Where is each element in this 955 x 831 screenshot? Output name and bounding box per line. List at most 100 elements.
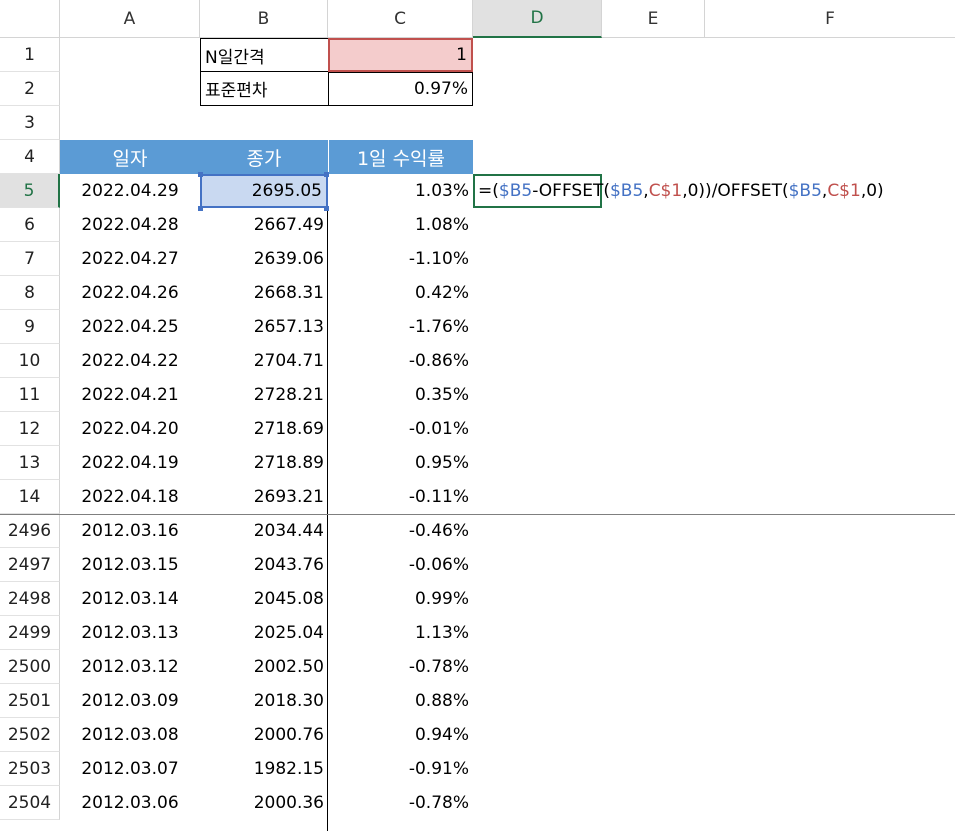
select-all-corner[interactable] — [0, 0, 60, 38]
return-cell[interactable]: -0.86% — [328, 344, 473, 378]
row-header-3[interactable]: 3 — [0, 106, 60, 140]
row-header-2503[interactable]: 2503 — [0, 752, 60, 786]
date-cell[interactable]: 2012.03.14 — [60, 582, 200, 616]
selection-handle[interactable] — [198, 172, 203, 177]
row-header-2[interactable]: 2 — [0, 72, 60, 106]
date-cell[interactable]: 2022.04.21 — [60, 378, 200, 412]
n-interval-label[interactable]: N일간격 — [200, 38, 328, 72]
date-cell[interactable]: 2022.04.26 — [60, 276, 200, 310]
formula-cell-d5[interactable]: =($B5-OFFSET($B5,C$1,0))/OFFSET($B5,C$1,… — [473, 174, 884, 208]
close-cell[interactable]: 2668.31 — [200, 276, 328, 310]
row-header-2502[interactable]: 2502 — [0, 718, 60, 752]
selection-handle[interactable] — [198, 206, 203, 211]
date-cell[interactable]: 2022.04.18 — [60, 480, 200, 514]
return-cell[interactable]: -1.76% — [328, 310, 473, 344]
return-cell[interactable]: 0.94% — [328, 718, 473, 752]
row-header-7[interactable]: 7 — [0, 242, 60, 276]
row-header-14[interactable]: 14 — [0, 480, 60, 514]
row-header-13[interactable]: 13 — [0, 446, 60, 480]
date-cell[interactable]: 2012.03.09 — [60, 684, 200, 718]
close-cell[interactable]: 2045.08 — [200, 582, 328, 616]
worksheet-grid[interactable]: N일간격 1 표준편차 0.97% 일자 종가 1일 수익률 2022.04.2… — [0, 38, 955, 831]
row-header-10[interactable]: 10 — [0, 344, 60, 378]
date-cell[interactable]: 2012.03.06 — [60, 786, 200, 820]
row-header-2500[interactable]: 2500 — [0, 650, 60, 684]
row-header-2498[interactable]: 2498 — [0, 582, 60, 616]
return-cell[interactable]: 1.13% — [328, 616, 473, 650]
row-header-2499[interactable]: 2499 — [0, 616, 60, 650]
return-cell[interactable]: 0.88% — [328, 684, 473, 718]
close-cell[interactable]: 2002.50 — [200, 650, 328, 684]
return-cell[interactable]: 0.35% — [328, 378, 473, 412]
column-header-d[interactable]: D — [473, 0, 602, 38]
std-dev-value[interactable]: 0.97% — [328, 72, 473, 106]
return-cell[interactable]: -0.46% — [328, 514, 473, 548]
row-header-2504[interactable]: 2504 — [0, 786, 60, 820]
close-cell[interactable]: 1982.15 — [200, 752, 328, 786]
return-cell[interactable]: 0.42% — [328, 276, 473, 310]
close-cell[interactable]: 2728.21 — [200, 378, 328, 412]
header-return[interactable]: 1일 수익률 — [328, 140, 473, 174]
return-cell[interactable]: -0.01% — [328, 412, 473, 446]
row-header-8[interactable]: 8 — [0, 276, 60, 310]
date-cell[interactable]: 2012.03.07 — [60, 752, 200, 786]
return-cell[interactable]: 1.03% — [328, 174, 473, 208]
row-header-2496[interactable]: 2496 — [0, 514, 60, 548]
header-date[interactable]: 일자 — [60, 140, 200, 174]
close-cell[interactable]: 2034.44 — [200, 514, 328, 548]
row-header-12[interactable]: 12 — [0, 412, 60, 446]
close-cell[interactable]: 2704.71 — [200, 344, 328, 378]
close-cell[interactable]: 2000.36 — [200, 786, 328, 820]
close-cell[interactable]: 2718.89 — [200, 446, 328, 480]
row-header-4[interactable]: 4 — [0, 140, 60, 174]
std-dev-label[interactable]: 표준편차 — [200, 72, 328, 106]
return-cell[interactable]: -1.10% — [328, 242, 473, 276]
date-cell[interactable]: 2012.03.16 — [60, 514, 200, 548]
column-header-f[interactable]: F — [705, 0, 955, 38]
date-cell[interactable]: 2022.04.27 — [60, 242, 200, 276]
row-header-2497[interactable]: 2497 — [0, 548, 60, 582]
row-header-6[interactable]: 6 — [0, 208, 60, 242]
return-cell[interactable]: -0.78% — [328, 786, 473, 820]
date-cell[interactable]: 2022.04.19 — [60, 446, 200, 480]
column-header-c[interactable]: C — [328, 0, 473, 38]
close-cell[interactable]: 2639.06 — [200, 242, 328, 276]
date-cell[interactable]: 2012.03.12 — [60, 650, 200, 684]
column-header-a[interactable]: A — [60, 0, 200, 38]
return-cell[interactable]: 1.08% — [328, 208, 473, 242]
return-cell[interactable]: -0.06% — [328, 548, 473, 582]
date-cell[interactable]: 2012.03.08 — [60, 718, 200, 752]
date-cell[interactable]: 2012.03.15 — [60, 548, 200, 582]
close-cell-selected[interactable]: 2695.05 — [200, 174, 328, 208]
row-header-2501[interactable]: 2501 — [0, 684, 60, 718]
date-cell[interactable]: 2012.03.13 — [60, 616, 200, 650]
row-header-9[interactable]: 9 — [0, 310, 60, 344]
row-header-11[interactable]: 11 — [0, 378, 60, 412]
close-cell[interactable]: 2693.21 — [200, 480, 328, 514]
selection-handle[interactable] — [324, 172, 329, 177]
close-cell[interactable]: 2657.13 — [200, 310, 328, 344]
date-cell[interactable]: 2022.04.25 — [60, 310, 200, 344]
close-cell[interactable]: 2718.69 — [200, 412, 328, 446]
return-cell[interactable]: -0.78% — [328, 650, 473, 684]
row-header-1[interactable]: 1 — [0, 38, 60, 72]
column-header-e[interactable]: E — [602, 0, 705, 38]
column-header-b[interactable]: B — [200, 0, 328, 38]
header-close[interactable]: 종가 — [200, 140, 328, 174]
return-cell[interactable]: -0.91% — [328, 752, 473, 786]
return-cell[interactable]: -0.11% — [328, 480, 473, 514]
date-cell[interactable]: 2022.04.28 — [60, 208, 200, 242]
n-interval-input[interactable]: 1 — [328, 38, 473, 72]
close-cell[interactable]: 2043.76 — [200, 548, 328, 582]
row-header-5[interactable]: 5 — [0, 174, 60, 208]
selection-handle[interactable] — [324, 206, 329, 211]
date-cell[interactable]: 2022.04.20 — [60, 412, 200, 446]
return-cell[interactable]: 0.95% — [328, 446, 473, 480]
close-cell[interactable]: 2025.04 — [200, 616, 328, 650]
date-cell[interactable]: 2022.04.22 — [60, 344, 200, 378]
close-cell[interactable]: 2667.49 — [200, 208, 328, 242]
date-cell[interactable]: 2022.04.29 — [60, 174, 200, 208]
close-cell[interactable]: 2000.76 — [200, 718, 328, 752]
close-cell[interactable]: 2018.30 — [200, 684, 328, 718]
return-cell[interactable]: 0.99% — [328, 582, 473, 616]
